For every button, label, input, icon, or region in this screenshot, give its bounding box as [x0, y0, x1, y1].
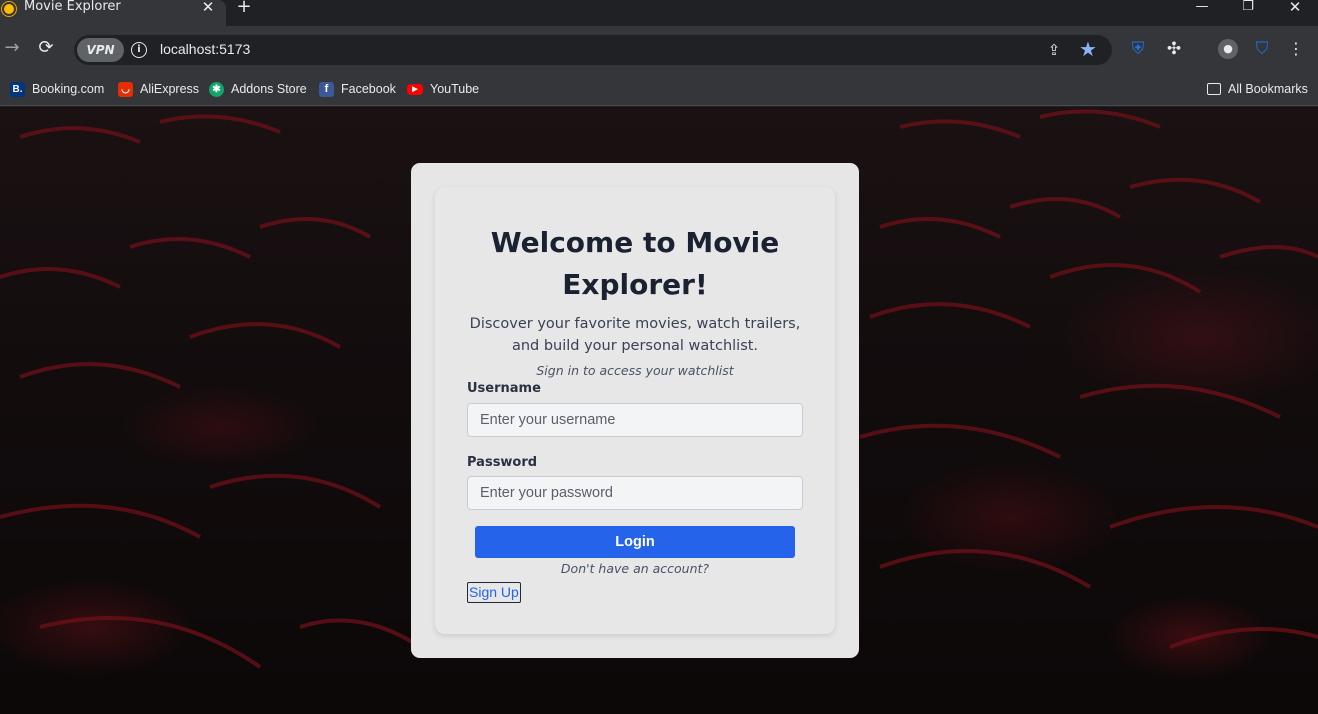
- password-input[interactable]: [467, 476, 803, 510]
- youtube-icon: ▶: [407, 83, 423, 95]
- bookmark-label: AliExpress: [140, 82, 200, 96]
- shield-check-icon[interactable]: ⛉: [1251, 38, 1273, 60]
- forward-arrow-icon[interactable]: →: [0, 36, 24, 60]
- new-tab-button[interactable]: +: [234, 0, 254, 17]
- bookmark-aliexpress[interactable]: ◡ AliExpress: [118, 79, 199, 99]
- no-account-text: Don't have an account?: [560, 561, 710, 576]
- site-info-icon[interactable]: i: [131, 42, 147, 58]
- browser-toolbar: → ⟳ VPN i localhost:5173 ⇪ ★ ⛨ ✣ ● ⛉ ⋮: [0, 26, 1318, 72]
- bookmark-label: Facebook: [341, 82, 396, 96]
- menu-kebab-icon[interactable]: ⋮: [1285, 38, 1307, 60]
- login-form: Welcome to Movie Explorer! Discover your…: [435, 187, 835, 634]
- aliexpress-icon: ◡: [118, 81, 133, 97]
- password-label: Password: [467, 455, 538, 470]
- bookmark-booking[interactable]: B. Booking.com: [10, 79, 104, 99]
- page-viewport: Welcome to Movie Explorer! Discover your…: [0, 107, 1318, 714]
- profile-avatar-icon[interactable]: ●: [1218, 39, 1238, 59]
- share-icon[interactable]: ⇪: [1044, 40, 1064, 60]
- close-tab-icon[interactable]: ✕: [200, 0, 216, 15]
- booking-icon: B.: [10, 81, 25, 97]
- restore-window-button[interactable]: ❐: [1236, 0, 1260, 16]
- bookmarks-bar: B. Booking.com ◡ AliExpress ✱ Addons Sto…: [0, 72, 1318, 106]
- folder-icon: [1207, 83, 1221, 95]
- addons-store-icon: ✱: [209, 81, 224, 97]
- bookmark-addons-store[interactable]: ✱ Addons Store: [209, 79, 307, 99]
- close-window-button[interactable]: ✕: [1283, 0, 1307, 16]
- minimize-window-button[interactable]: —: [1190, 0, 1214, 16]
- url-text[interactable]: localhost:5173: [160, 41, 250, 57]
- bookmark-label: Addons Store: [231, 82, 307, 96]
- browser-tab[interactable]: Movie Explorer ✕: [0, 0, 226, 26]
- movie-favicon-icon: [2, 2, 16, 16]
- bookmark-label: YouTube: [430, 82, 480, 96]
- username-label: Username: [467, 381, 541, 396]
- vpn-toggle-button[interactable]: VPN: [77, 38, 124, 62]
- signup-button[interactable]: Sign Up: [467, 582, 521, 603]
- reload-icon[interactable]: ⟳: [34, 36, 58, 60]
- page-subtitle: Discover your favorite movies, watch tra…: [469, 316, 801, 354]
- login-button[interactable]: Login: [475, 526, 795, 558]
- all-bookmarks-folder[interactable]: All Bookmarks: [1207, 79, 1308, 99]
- signin-tagline: Sign in to access your watchlist: [536, 363, 734, 378]
- password-manager-icon[interactable]: ⛨: [1127, 38, 1149, 60]
- login-card: Welcome to Movie Explorer! Discover your…: [411, 163, 859, 658]
- all-bookmarks-label: All Bookmarks: [1228, 82, 1308, 96]
- address-bar[interactable]: VPN i localhost:5173 ⇪ ★: [74, 35, 1112, 65]
- bookmark-label: Booking.com: [32, 82, 105, 96]
- facebook-icon: f: [319, 81, 334, 97]
- username-input[interactable]: [467, 403, 803, 437]
- bookmark-star-icon[interactable]: ★: [1078, 39, 1098, 59]
- bookmark-youtube[interactable]: ▶ YouTube: [407, 79, 479, 99]
- tab-title: Movie Explorer: [24, 0, 121, 14]
- extensions-puzzle-icon[interactable]: ✣: [1163, 38, 1185, 60]
- bookmark-facebook[interactable]: f Facebook: [319, 79, 396, 99]
- tab-strip: Movie Explorer ✕ + — ❐ ✕: [0, 0, 1318, 26]
- page-title: Welcome to Movie Explorer!: [490, 226, 780, 301]
